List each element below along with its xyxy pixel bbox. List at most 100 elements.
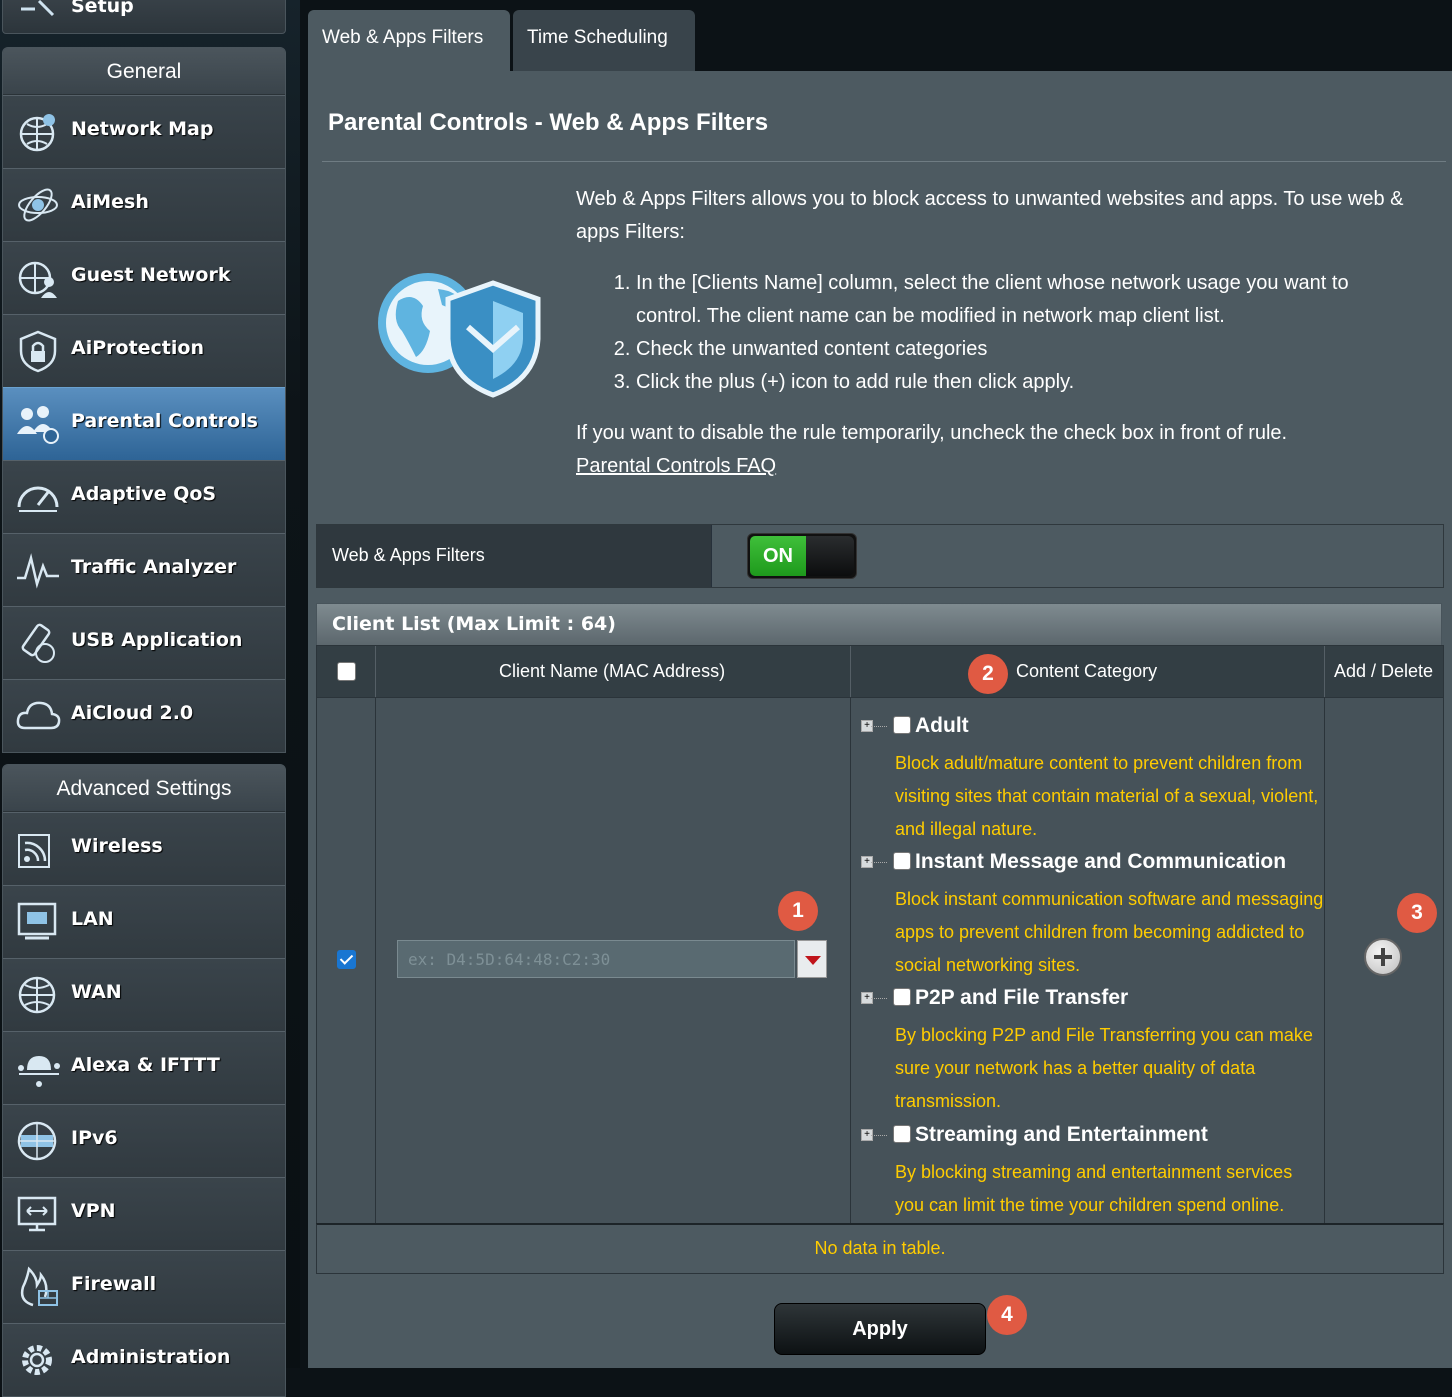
column-header-client: Client Name (MAC Address) [499,661,726,681]
category-checkbox[interactable] [893,1125,911,1143]
client-list-title: Client List (Max Limit : 64) [332,613,616,635]
main-panel: Parental Controls - Web & Apps Filters W… [308,71,1452,1368]
sidebar-item-label: WAN [71,981,122,1003]
lan-icon [17,902,57,940]
mac-address-input[interactable]: ex: D4:5D:64:48:C2:30 [397,940,795,978]
sidebar-item-wireless[interactable]: Wireless [3,812,285,885]
sidebar-item-label: Setup [71,0,134,17]
add-rule-button[interactable] [1364,938,1402,976]
sidebar-item-label: Traffic Analyzer [71,556,237,578]
category-checkbox[interactable] [893,988,911,1006]
sidebar-item-vpn[interactable]: VPN [3,1177,285,1250]
category-checkbox[interactable] [893,716,911,734]
sidebar-item-traffic-analyzer[interactable]: Traffic Analyzer [3,533,285,606]
globe-shield-icon [378,273,541,398]
category-checkbox[interactable] [893,852,911,870]
step-item: In the [Clients Name] column, select the… [636,267,1406,333]
sidebar-item-adaptive-qos[interactable]: Adaptive QoS [3,460,285,533]
column-add-delete: Add / Delete [1325,646,1443,698]
step-badge-4: 4 [987,1295,1027,1335]
sidebar-item-firewall[interactable]: Firewall [3,1250,285,1323]
ipv6-icon [17,1121,57,1161]
sidebar-item-usb-application[interactable]: USB Application [3,606,285,679]
sidebar-item-aiprotection[interactable]: AiProtection [3,314,285,387]
category-title: P2P and File Transfer [915,986,1129,1009]
apply-button[interactable]: Apply [774,1303,986,1355]
client-dropdown-button[interactable] [797,940,827,978]
guest-network-icon [18,261,57,298]
client-list-table: Client List (Max Limit : 64) Client Name… [316,603,1444,1274]
sidebar-item-alexa[interactable]: Alexa & IFTTT [3,1031,285,1104]
sidebar-item-aimesh[interactable]: AiMesh [3,168,285,241]
divider [850,698,851,1224]
steps-list: In the [Clients Name] column, select the… [576,267,1406,399]
category-description: By blocking P2P and File Transferring yo… [895,1025,1313,1111]
rule-enable-checkbox[interactable] [337,950,356,969]
disable-note: If you want to disable the rule temporar… [576,422,1288,444]
aimesh-icon [18,188,58,222]
toggle-label-cell: Web & Apps Filters [317,525,712,587]
tree-connector [871,726,887,727]
category-description: Block adult/mature content to prevent ch… [895,753,1319,839]
traffic-icon [17,553,59,589]
sidebar-item-label: AiCloud 2.0 [71,702,194,724]
category-description: Block instant communication software and… [895,889,1324,975]
menu-heading-general: General [3,48,285,95]
filter-toggle-switch[interactable]: ON [747,533,857,579]
sidebar-item-label: LAN [71,908,114,930]
sidebar-item-label: AiMesh [71,191,149,213]
empty-table-message: No data in table. [316,1223,1444,1274]
page-title: Parental Controls - Web & Apps Filters [328,109,769,136]
sidebar-item-administration[interactable]: Administration [3,1323,285,1396]
toggle-state: ON [750,536,806,576]
shield-lock-icon [19,330,57,373]
wifi-icon [18,834,50,868]
tree-connector [871,862,887,863]
intro-text: Web & Apps Filters allows you to block a… [576,183,1406,483]
cloud-icon [16,701,61,730]
sidebar-item-ipv6[interactable]: IPv6 [3,1104,285,1177]
sidebar-item-label: Wireless [71,835,163,857]
toggle-label: Web & Apps Filters [332,545,485,565]
sidebar-item-label: Guest Network [71,264,231,286]
faq-link[interactable]: Parental Controls FAQ [576,455,776,477]
sidebar-item-label: USB Application [71,629,243,651]
sidebar-item-network-map[interactable]: Network Map [3,95,285,168]
sidebar-item-lan[interactable]: LAN [3,885,285,958]
sidebar-item-label: Adaptive QoS [71,483,217,505]
alexa-icon [18,1056,60,1087]
step-item: Check the unwanted content categories [636,333,1406,366]
tree-connector [871,998,887,999]
family-icon [17,406,59,444]
tab-web-apps-filters[interactable]: Web & Apps Filters [308,10,510,72]
column-category: Content Category [851,646,1325,698]
sidebar-item-wan[interactable]: WAN [3,958,285,1031]
globe-icon [18,976,56,1014]
select-all-checkbox[interactable] [337,662,356,681]
sidebar-item-label: Alexa & IFTTT [71,1054,220,1076]
sidebar-item-setup[interactable]: Setup [2,0,286,34]
firewall-icon [20,1266,58,1307]
sidebar-item-label: AiProtection [71,337,204,359]
select-all-cell [317,646,376,698]
tab-time-scheduling[interactable]: Time Scheduling [513,10,695,72]
category-title: Instant Message and Communication [915,850,1287,873]
menu-heading-advanced: Advanced Settings [3,765,285,812]
category-title: Streaming and Entertainment [915,1123,1208,1146]
step-badge-2: 2 [968,654,1008,694]
column-header-category: Content Category [1016,661,1158,681]
usb-icon [21,623,55,663]
tree-connector [871,1135,887,1136]
sidebar-item-label: Firewall [71,1273,157,1295]
sidebar-item-guest-network[interactable]: Guest Network [3,241,285,314]
client-list-header: Client List (Max Limit : 64) [316,603,1442,647]
sidebar-item-parental-controls[interactable]: Parental Controls [3,387,285,460]
menu-general: General Network Map AiMesh Guest Network [2,47,286,753]
intro-paragraph: Web & Apps Filters allows you to block a… [576,188,1404,243]
category-title: Adult [915,714,969,737]
divider [375,698,376,1224]
sidebar-item-aicloud[interactable]: AiCloud 2.0 [3,679,285,752]
vpn-icon [17,1196,57,1232]
divider [322,161,1446,162]
sidebar-item-label: IPv6 [71,1127,118,1149]
